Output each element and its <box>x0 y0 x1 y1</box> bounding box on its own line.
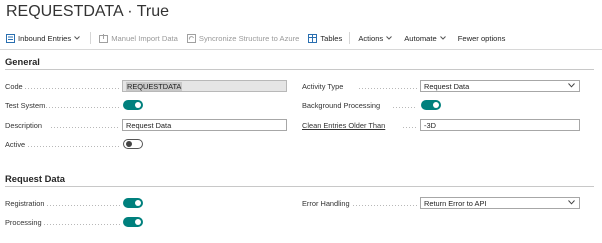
description-field[interactable]: Request Data <box>122 119 287 131</box>
chevron-down-icon <box>568 83 575 88</box>
section-divider <box>5 69 594 70</box>
fewer-options-button[interactable]: Fewer options <box>458 34 506 43</box>
error-handling-label: Error Handling <box>302 199 350 208</box>
code-value: REQUESTDATA <box>126 82 183 91</box>
manuel-import-data-button[interactable]: Manuel Import Data <box>99 33 178 43</box>
inbound-entries-label: Inbound Entries <box>18 33 72 43</box>
processing-toggle[interactable] <box>123 217 143 227</box>
table-icon <box>308 33 318 43</box>
list-icon <box>6 33 15 43</box>
activity-type-label: Activity Type <box>302 82 344 91</box>
actions-label: Actions <box>358 33 384 43</box>
background-processing-toggle[interactable] <box>421 100 441 110</box>
chevron-down-icon <box>439 36 446 40</box>
registration-toggle[interactable] <box>123 198 143 208</box>
toolbar-separator <box>349 32 351 44</box>
code-field[interactable]: REQUESTDATA <box>122 80 287 92</box>
toolbar-divider <box>0 49 602 50</box>
inbound-entries-button[interactable]: Inbound Entries <box>6 33 83 43</box>
clean-entries-value: -3D <box>424 121 436 130</box>
active-label: Active <box>5 140 26 149</box>
fewer-options-label: Fewer options <box>457 33 506 43</box>
error-handling-select[interactable]: Return Error to API <box>420 197 580 209</box>
description-value: Request Data <box>126 121 172 130</box>
background-processing-label: Background Processing <box>302 101 381 110</box>
activity-type-select[interactable]: Request Data <box>420 80 580 92</box>
section-title-request-data: Request Data <box>5 173 65 184</box>
test-system-label: Test System <box>5 101 46 110</box>
code-label: Code <box>5 82 23 91</box>
sync-icon <box>186 33 196 43</box>
manuel-import-data-label: Manuel Import Data <box>111 33 178 43</box>
action-bar: Inbound Entries Manuel Import Data Syncr… <box>0 29 602 47</box>
leader-dots <box>43 224 120 225</box>
chevron-down-icon <box>74 36 81 40</box>
tables-label: Tables <box>320 33 343 43</box>
tables-button[interactable]: Tables <box>308 33 343 43</box>
clean-entries-link[interactable]: Clean Entries Older Than <box>302 121 385 130</box>
leader-dots <box>46 205 120 206</box>
leader-dots <box>45 107 120 108</box>
chevron-down-icon <box>568 200 575 205</box>
error-handling-value: Return Error to API <box>424 199 487 208</box>
syncronize-structure-button[interactable]: Syncronize Structure to Azure <box>186 33 300 43</box>
leader-dots <box>352 205 417 206</box>
leader-dots <box>27 146 120 147</box>
description-label: Description <box>5 121 42 130</box>
toolbar-separator <box>90 32 92 44</box>
automate-label: Automate <box>404 33 437 43</box>
leader-dots <box>402 127 417 128</box>
section-divider <box>5 186 594 187</box>
page-title: REQUESTDATA · True <box>6 3 169 20</box>
clean-entries-field[interactable]: -3D <box>420 119 580 131</box>
leader-dots <box>50 127 120 128</box>
leader-dots <box>358 88 417 89</box>
import-icon <box>99 33 109 43</box>
registration-label: Registration <box>5 199 45 208</box>
leader-dots <box>24 88 120 89</box>
leader-dots <box>392 107 417 108</box>
automate-menu-button[interactable]: Automate <box>404 34 449 43</box>
section-title-general: General <box>5 56 40 67</box>
activity-type-value: Request Data <box>424 82 470 91</box>
test-system-toggle[interactable] <box>123 100 143 110</box>
actions-menu-button[interactable]: Actions <box>358 34 395 43</box>
chevron-down-icon <box>386 36 393 40</box>
active-toggle[interactable] <box>123 139 143 149</box>
syncronize-structure-label: Syncronize Structure to Azure <box>198 33 300 43</box>
processing-label: Processing <box>5 218 42 227</box>
